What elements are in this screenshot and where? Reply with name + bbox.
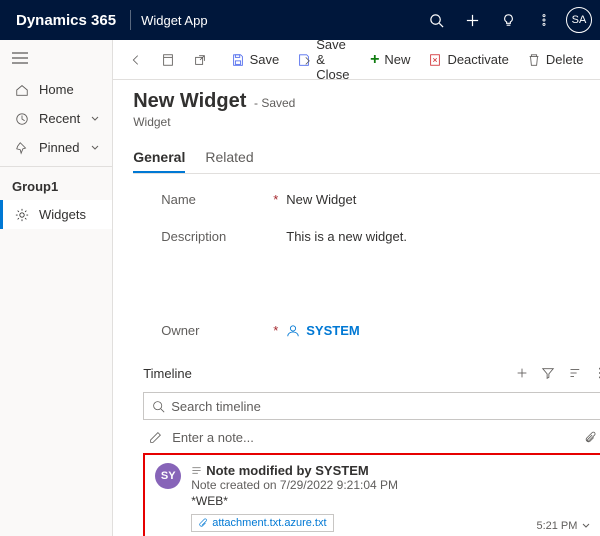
hamburger-button[interactable]: [0, 44, 112, 75]
topbar-divider: [130, 10, 131, 30]
person-icon: [286, 324, 300, 338]
chevron-down-icon: [90, 114, 100, 124]
timeline-add-button[interactable]: [509, 360, 535, 386]
name-field-value[interactable]: New Widget: [286, 192, 356, 207]
delete-button[interactable]: Delete: [519, 48, 592, 71]
home-icon: [15, 83, 29, 97]
timeline-sort-button[interactable]: [561, 360, 587, 386]
note-created-on: Note created on 7/29/2022 9:21:04 PM: [191, 478, 591, 492]
back-button[interactable]: [121, 49, 151, 71]
add-icon[interactable]: [454, 0, 490, 40]
sidebar: Home Recent Pinned Group1 Widgets: [0, 40, 113, 536]
note-icon: [191, 465, 202, 476]
commandbar-more-button[interactable]: [595, 49, 600, 71]
description-field-label: Description: [161, 229, 226, 244]
new-button[interactable]: + New: [362, 47, 418, 73]
required-marker: *: [273, 192, 278, 207]
command-bar: Save Save & Close + New Deactivate Delet…: [113, 40, 600, 80]
deactivate-icon: [428, 53, 442, 67]
tab-related[interactable]: Related: [205, 143, 253, 173]
popout-button[interactable]: [185, 49, 215, 71]
save-label: Save: [250, 52, 280, 67]
entity-name: Widget: [133, 115, 600, 129]
sidebar-item-recent[interactable]: Recent: [0, 104, 112, 133]
note-title: Note modified by SYSTEM: [206, 463, 369, 478]
timeline-note-card[interactable]: SY Note modified by SYSTEM Note created …: [143, 453, 600, 536]
timeline-search-input[interactable]: Search timeline: [143, 392, 600, 420]
save-close-icon: [297, 53, 311, 67]
main-area: Save Save & Close + New Deactivate Delet…: [113, 40, 600, 536]
delete-label: Delete: [546, 52, 584, 67]
lightbulb-icon[interactable]: [490, 0, 526, 40]
save-close-button[interactable]: Save & Close: [289, 33, 360, 86]
description-field-value[interactable]: This is a new widget.: [286, 229, 407, 301]
save-status: - Saved: [254, 96, 295, 110]
enter-note-input[interactable]: Enter a note...: [143, 426, 600, 449]
app-name: Widget App: [137, 13, 212, 28]
note-time: 5:21 PM: [536, 520, 577, 532]
enter-note-placeholder: Enter a note...: [172, 430, 254, 445]
chevron-down-icon: [90, 143, 100, 153]
search-icon: [152, 400, 165, 413]
owner-field-value[interactable]: SYSTEM: [286, 323, 359, 338]
owner-field-label: Owner: [161, 323, 199, 338]
note-tag: *WEB*: [191, 494, 591, 508]
sidebar-item-widgets[interactable]: Widgets: [0, 200, 112, 229]
sidebar-item-pinned[interactable]: Pinned: [0, 133, 112, 162]
paperclip-icon[interactable]: [584, 431, 597, 444]
timeline-filter-button[interactable]: [535, 360, 561, 386]
pin-icon: [15, 141, 29, 155]
user-avatar[interactable]: SA: [566, 7, 592, 33]
gear-icon: [15, 208, 29, 222]
search-placeholder: Search timeline: [171, 399, 261, 414]
name-field-label: Name: [161, 192, 196, 207]
deactivate-label: Deactivate: [447, 52, 508, 67]
trash-icon: [527, 53, 541, 67]
timeline-more-button[interactable]: [587, 360, 600, 386]
attachment-name: attachment.txt.azure.txt: [212, 517, 326, 529]
sidebar-label-recent: Recent: [39, 111, 80, 126]
timeline-label: Timeline: [143, 366, 192, 381]
sidebar-label-pinned: Pinned: [39, 140, 79, 155]
new-label: New: [384, 52, 410, 67]
plus-icon: +: [370, 51, 379, 69]
tab-general[interactable]: General: [133, 143, 185, 173]
open-record-button[interactable]: [153, 49, 183, 71]
note-author-avatar: SY: [155, 463, 181, 489]
deactivate-button[interactable]: Deactivate: [420, 48, 516, 71]
sidebar-label-home: Home: [39, 82, 74, 97]
sidebar-item-home[interactable]: Home: [0, 75, 112, 104]
page-title: New Widget: [133, 90, 246, 112]
required-marker: *: [273, 323, 278, 338]
clock-icon: [15, 112, 29, 126]
pencil-icon: [149, 431, 162, 444]
more-icon[interactable]: [526, 0, 562, 40]
sidebar-label-widgets: Widgets: [39, 207, 86, 222]
save-icon: [231, 53, 245, 67]
brand-label: Dynamics 365: [8, 12, 124, 29]
search-icon[interactable]: [418, 0, 454, 40]
tab-bar: General Related: [133, 143, 600, 174]
save-close-label: Save & Close: [316, 37, 352, 82]
chevron-down-icon[interactable]: [581, 521, 591, 531]
owner-name: SYSTEM: [306, 323, 359, 338]
sidebar-group-header: Group1: [0, 171, 112, 200]
paperclip-icon: [198, 518, 208, 528]
sidebar-separator: [0, 166, 112, 167]
note-attachment[interactable]: attachment.txt.azure.txt: [191, 514, 333, 532]
save-button[interactable]: Save: [223, 48, 288, 71]
